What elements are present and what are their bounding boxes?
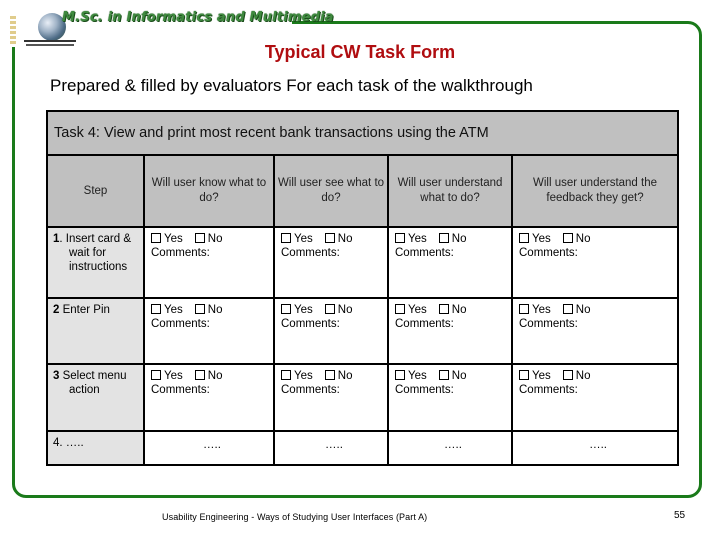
- no-checkbox[interactable]: [562, 304, 573, 314]
- yes-checkbox[interactable]: [519, 304, 529, 314]
- brand-title: M.Sc. in Informatics and Multimedia: [62, 10, 334, 25]
- comments-field[interactable]: Comments:: [519, 317, 677, 331]
- table-row: 1. Insert card & wait for instructions Y…: [46, 226, 680, 299]
- comments-field[interactable]: Comments:: [281, 317, 387, 331]
- comments-field[interactable]: Comments:: [281, 383, 387, 397]
- cw-task-form: Task 4: View and print most recent bank …: [45, 110, 680, 466]
- yes-checkbox[interactable]: [395, 233, 405, 243]
- no-checkbox[interactable]: [438, 233, 449, 243]
- yes-checkbox[interactable]: [281, 370, 291, 380]
- table-row: 4. ….. ….. ….. ….. …..: [46, 430, 680, 466]
- comments-field[interactable]: Comments:: [151, 246, 273, 260]
- yes-checkbox[interactable]: [151, 304, 161, 314]
- no-checkbox[interactable]: [194, 370, 205, 380]
- placeholder-cell: …..: [510, 430, 680, 466]
- column-header-understand: Will user understand what to do?: [387, 154, 513, 228]
- comments-field[interactable]: Comments:: [151, 317, 273, 331]
- no-checkbox[interactable]: [194, 304, 205, 314]
- column-header-step: Step: [46, 154, 145, 228]
- no-checkbox[interactable]: [324, 304, 335, 314]
- column-header-feedback: Will user understand the feedback they g…: [510, 154, 680, 228]
- answer-cell: Yes No Comments:: [143, 363, 275, 432]
- answer-cell: Yes No Comments:: [143, 297, 275, 365]
- no-checkbox[interactable]: [194, 233, 205, 243]
- no-checkbox[interactable]: [324, 370, 335, 380]
- placeholder-cell: …..: [273, 430, 389, 466]
- comments-field[interactable]: Comments:: [519, 246, 677, 260]
- page-number: 55: [674, 510, 686, 521]
- yes-checkbox[interactable]: [395, 304, 405, 314]
- no-checkbox[interactable]: [324, 233, 335, 243]
- answer-cell: Yes No Comments:: [273, 226, 389, 299]
- no-checkbox[interactable]: [562, 233, 573, 243]
- answer-cell: Yes No Comments:: [510, 226, 680, 299]
- table-row: 2 Enter Pin Yes No Comments: Yes No Comments…: [46, 297, 680, 365]
- answer-cell: Yes No Comments:: [387, 226, 513, 299]
- comments-field[interactable]: Comments:: [281, 246, 387, 260]
- answer-cell: Yes No Comments:: [273, 363, 389, 432]
- column-header-know: Will user know what to do?: [143, 154, 275, 228]
- answer-cell: Yes No Comments:: [143, 226, 275, 299]
- task-description: Task 4: View and print most recent bank …: [45, 110, 680, 156]
- answer-cell: Yes No Comments:: [510, 363, 680, 432]
- yes-checkbox[interactable]: [281, 233, 291, 243]
- footer-text: Usability Engineering - Ways of Studying…: [162, 512, 428, 522]
- step-cell: 1. Insert card & wait for instructions: [46, 226, 145, 299]
- answer-cell: Yes No Comments:: [387, 363, 513, 432]
- yes-checkbox[interactable]: [151, 233, 161, 243]
- table-row: 3 Select menu action Yes No Comments: Yes N…: [46, 363, 680, 432]
- yes-checkbox[interactable]: [395, 370, 405, 380]
- step-cell: 2 Enter Pin: [46, 297, 145, 365]
- column-header-see: Will user see what to do?: [273, 154, 389, 228]
- yes-checkbox[interactable]: [519, 370, 529, 380]
- step-cell: 3 Select menu action: [46, 363, 145, 432]
- comments-field[interactable]: Comments:: [519, 383, 677, 397]
- comments-field[interactable]: Comments:: [395, 383, 511, 397]
- comments-field[interactable]: Comments:: [395, 246, 511, 260]
- yes-checkbox[interactable]: [151, 370, 161, 380]
- placeholder-cell: …..: [143, 430, 275, 466]
- page-subtitle: Prepared & filled by evaluators For each…: [50, 76, 533, 95]
- yes-checkbox[interactable]: [281, 304, 291, 314]
- yes-checkbox[interactable]: [519, 233, 529, 243]
- header-row: Step Will user know what to do? Will use…: [46, 154, 680, 228]
- comments-field[interactable]: Comments:: [151, 383, 273, 397]
- comments-field[interactable]: Comments:: [395, 317, 511, 331]
- no-checkbox[interactable]: [438, 370, 449, 380]
- answer-cell: Yes No Comments:: [387, 297, 513, 365]
- answer-cell: Yes No Comments:: [510, 297, 680, 365]
- no-checkbox[interactable]: [562, 370, 573, 380]
- page-title: Typical CW Task Form: [264, 42, 456, 62]
- answer-cell: Yes No Comments:: [273, 297, 389, 365]
- placeholder-cell: …..: [387, 430, 513, 466]
- no-checkbox[interactable]: [438, 304, 449, 314]
- step-cell: 4. …..: [46, 430, 145, 466]
